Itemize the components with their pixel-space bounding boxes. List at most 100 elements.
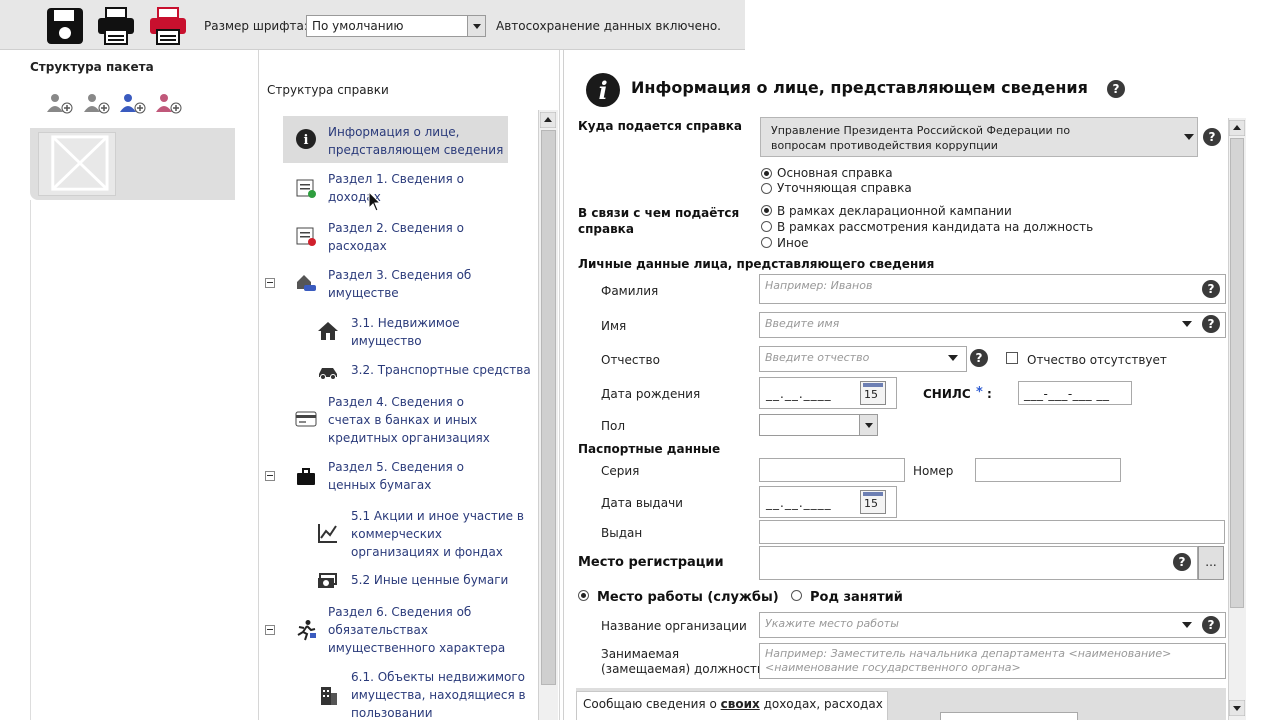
tree-item-5-1[interactable]: 5.1 Акции и иное участие в коммерческих … — [351, 507, 531, 561]
tree-item-section-4[interactable]: Раздел 4. Сведения о счетах в банках и и… — [328, 393, 508, 447]
scroll-up-icon[interactable] — [540, 112, 556, 128]
series-label: Серия — [601, 464, 640, 478]
org-name-label: Название организации — [601, 619, 747, 633]
tree-item-section-2[interactable]: Раздел 2. Сведения о расходах — [328, 219, 468, 255]
chevron-down-icon[interactable] — [948, 355, 958, 361]
calendar-icon[interactable]: 15 — [860, 490, 886, 514]
chevron-down-icon[interactable] — [1182, 321, 1192, 327]
radio-other[interactable] — [761, 237, 772, 248]
tree-item-section-3[interactable]: Раздел 3. Сведения об имуществе — [328, 266, 478, 302]
chart-icon — [318, 524, 337, 543]
tree-item-3-1[interactable]: 3.1. Недвижимое имущество — [351, 314, 491, 350]
tree-item-5-2[interactable]: 5.2 Иные ценные бумаги — [351, 571, 531, 589]
save-icon[interactable] — [45, 6, 85, 46]
position-input[interactable]: Например: Заместитель начальника департа… — [759, 643, 1226, 679]
collapse-toggle-icon[interactable] — [265, 471, 275, 481]
personal-data-heading: Личные данные лица, представляющего свед… — [578, 257, 935, 271]
position-label-line-1: Занимаемая — [601, 647, 680, 661]
corrective-report-label: Уточняющая справка — [777, 181, 912, 195]
radio-candidate[interactable] — [761, 221, 772, 232]
report-subject-text: Сообщаю сведения о своих доходах, расход… — [583, 697, 883, 711]
snils-required-mark: * — [976, 385, 983, 400]
add-relative-icon[interactable] — [154, 92, 184, 114]
chevron-down-icon[interactable] — [859, 415, 877, 435]
tree-item-section-1[interactable]: Раздел 1. Сведения о доходах — [328, 170, 468, 206]
calendar-icon[interactable]: 15 — [860, 381, 886, 405]
radio-corrective-report[interactable] — [761, 183, 772, 194]
help-icon[interactable]: ? — [1107, 80, 1125, 98]
tree-item-info[interactable]: Информация о лице, представляющем сведен… — [328, 123, 508, 159]
building-icon — [321, 687, 337, 705]
name-input[interactable]: Введите имя — [759, 312, 1226, 338]
registration-browse-button[interactable]: ... — [1198, 546, 1224, 580]
form-title: Информация о лице, представляющем сведен… — [631, 78, 1088, 97]
radio-work-place[interactable] — [578, 590, 589, 601]
font-size-select[interactable]: По умолчанию — [306, 15, 486, 37]
help-icon[interactable]: ? — [1202, 616, 1220, 634]
scroll-down-icon[interactable] — [1229, 700, 1245, 716]
series-input[interactable] — [759, 458, 905, 482]
radio-declaration-campaign[interactable] — [761, 205, 772, 216]
help-icon[interactable]: ? — [1173, 553, 1191, 571]
add-person-icon[interactable] — [45, 92, 75, 114]
report-subject-own: своих — [720, 697, 760, 711]
structure-title: Структура справки — [267, 83, 389, 97]
chevron-down-icon[interactable] — [467, 16, 485, 36]
snils-colon: : — [987, 387, 992, 401]
no-patronymic-checkbox[interactable] — [1006, 352, 1018, 364]
income-doc-icon — [296, 179, 316, 198]
help-icon[interactable]: ? — [970, 349, 988, 367]
collapse-toggle-icon[interactable] — [265, 278, 275, 288]
info-icon: i — [296, 129, 316, 149]
mouse-cursor-icon — [368, 191, 382, 212]
add-child-icon[interactable] — [118, 92, 148, 114]
org-name-input[interactable]: Укажите место работы — [759, 612, 1226, 638]
tree-item-section-5[interactable]: Раздел 5. Сведения о ценных бумагах — [328, 458, 478, 494]
tree-item-section-6[interactable]: Раздел 6. Сведения об обязательствах иму… — [328, 603, 508, 657]
surname-input[interactable]: Например: Иванов — [759, 274, 1226, 304]
property-icon — [297, 275, 316, 291]
tree-item-6-1[interactable]: 6.1. Объекты недвижимого имущества, нахо… — [351, 668, 531, 720]
issued-by-input[interactable] — [759, 520, 1225, 544]
package-title: Структура пакета — [30, 60, 154, 74]
report-subject-field[interactable] — [940, 712, 1078, 720]
radio-occupation[interactable] — [791, 590, 802, 601]
collapse-toggle-icon[interactable] — [265, 625, 275, 635]
org-name-placeholder: Укажите место работы — [765, 617, 899, 630]
add-spouse-icon[interactable] — [82, 92, 112, 114]
chevron-down-icon[interactable] — [1184, 134, 1194, 140]
occupation-label: Род занятий — [810, 590, 903, 605]
number-input[interactable] — [975, 458, 1121, 482]
registration-input[interactable] — [759, 546, 1198, 580]
form-scroll-thumb[interactable] — [1230, 138, 1244, 608]
tree-item-3-2[interactable]: 3.2. Транспортные средства — [351, 361, 531, 379]
surname-label: Фамилия — [601, 284, 659, 298]
print-red-icon[interactable] — [148, 6, 188, 46]
chevron-down-icon[interactable] — [1182, 622, 1192, 628]
snils-input[interactable]: ___-___-___ __ — [1018, 381, 1132, 405]
work-place-label: Место работы (службы) — [597, 590, 779, 605]
birth-date-label: Дата рождения — [601, 387, 701, 401]
calendar-day: 15 — [864, 497, 878, 510]
bank-card-icon — [295, 411, 317, 427]
help-icon[interactable]: ? — [1202, 315, 1220, 333]
help-icon[interactable]: ? — [1202, 280, 1220, 298]
help-icon[interactable]: ? — [1203, 128, 1221, 146]
recipient-select[interactable]: Управление Президента Российской Федерац… — [760, 117, 1198, 157]
tree-scroll-thumb[interactable] — [541, 130, 556, 685]
surname-placeholder: Например: Иванов — [765, 279, 873, 292]
radio-main-report[interactable] — [761, 168, 772, 179]
recipient-label: Куда подается справка — [578, 119, 742, 133]
font-size-value: По умолчанию — [312, 19, 404, 33]
briefcase-icon — [297, 468, 315, 485]
car-icon — [319, 368, 337, 380]
empty-photo-icon[interactable] — [38, 132, 116, 196]
passport-heading: Паспортные данные — [578, 442, 721, 456]
patronymic-input[interactable]: Введите отчество — [759, 346, 967, 372]
scroll-up-icon[interactable] — [1229, 120, 1245, 136]
declaration-campaign-label: В рамках декларационной кампании — [777, 204, 1012, 218]
gender-select[interactable] — [759, 414, 878, 436]
number-label: Номер — [913, 464, 954, 478]
print-icon[interactable] — [96, 6, 136, 46]
svg-text:i: i — [304, 133, 309, 148]
